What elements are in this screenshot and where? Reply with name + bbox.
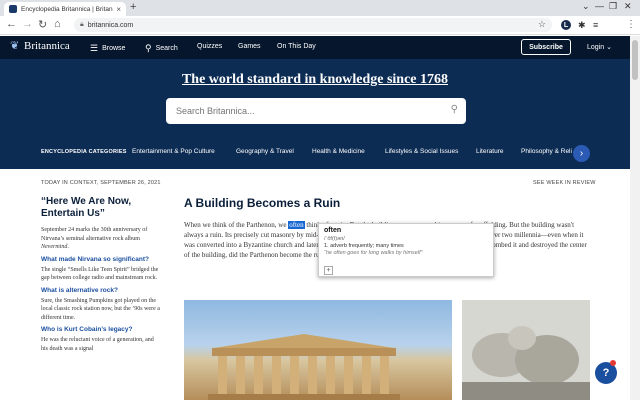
thistle-logo-icon: ❦	[10, 39, 20, 52]
search-icon: ⚲	[145, 43, 152, 53]
marble-sculpture-image[interactable]	[462, 300, 590, 400]
address-bar[interactable]: 🔒︎ britannica.com ☆	[74, 18, 552, 32]
question-link[interactable]: What is alternative rock?	[41, 287, 161, 294]
search-submit-icon[interactable]: ⚲	[451, 104, 458, 115]
search-label: Search	[155, 45, 178, 52]
popup-word: often	[324, 227, 342, 234]
search-nav[interactable]: ⚲ Search	[145, 43, 178, 54]
see-week-in-review-link[interactable]: SEE WEEK IN REVIEW	[533, 180, 596, 186]
britannica-favicon-icon	[9, 5, 17, 13]
categories-next-arrow-icon[interactable]: ›	[573, 145, 590, 162]
answer-text: The single “Smells Like Teen Spirit” bri…	[41, 266, 159, 282]
home-icon[interactable]: ⌂	[54, 18, 61, 30]
subscribe-button[interactable]: Subscribe	[521, 39, 571, 55]
extension-l-icon[interactable]: L	[561, 20, 571, 30]
back-icon[interactable]: ←	[6, 18, 17, 30]
minimize-icon[interactable]: —	[595, 1, 604, 11]
selected-word[interactable]: often	[288, 221, 305, 229]
parthenon-illustration	[208, 334, 400, 400]
site-header: ❦ Britannica ☰ Browse ⚲ Search Quizzes G…	[0, 36, 640, 59]
menu-kebab-icon[interactable]: ⋮	[626, 19, 636, 30]
quizzes-link[interactable]: Quizzes	[197, 43, 222, 50]
britannica-logo[interactable]: ❦ Britannica	[10, 40, 70, 52]
forward-icon[interactable]: →	[22, 18, 33, 30]
popup-more-icon[interactable]: +	[324, 266, 333, 275]
categories-label: ENCYCLOPEDIA CATEGORIES	[41, 149, 127, 155]
category-philosophy[interactable]: Philosophy & Reli	[521, 148, 572, 155]
new-tab-button[interactable]: +	[130, 1, 136, 13]
page-scrollbar[interactable]	[630, 36, 640, 400]
scrollbar-thumb[interactable]	[632, 40, 638, 80]
search-box[interactable]: ⚲	[166, 98, 466, 124]
category-geography[interactable]: Geography & Travel	[236, 148, 294, 155]
lock-icon[interactable]: 🔒︎	[80, 21, 84, 29]
answer-text: Sure, the Smashing Pumpkins got played o…	[41, 297, 160, 321]
on-this-day-link[interactable]: On This Day	[277, 43, 316, 50]
close-window-icon[interactable]: ✕	[624, 1, 632, 12]
popup-example: “he often goes for long walks by himself…	[324, 250, 423, 256]
browse-label: Browse	[102, 45, 126, 52]
tab-strip: Encyclopedia Britannica | Britann × + ⌄ …	[0, 0, 640, 16]
tab-title: Encyclopedia Britannica | Britann	[21, 5, 114, 13]
reload-icon[interactable]: ↻	[38, 18, 47, 31]
album-name: Nevermind	[41, 244, 68, 250]
today-in-context-dateline: TODAY IN CONTEXT, SEPTEMBER 26, 2021	[41, 180, 161, 186]
games-link[interactable]: Games	[238, 43, 261, 50]
logo-text: Britannica	[24, 40, 70, 52]
popup-definition: 1. adverb frequently; many times	[324, 243, 404, 249]
login-dropdown[interactable]: Login ⌄	[587, 43, 612, 51]
categories-bar: ENCYCLOPEDIA CATEGORIES Entertainment & …	[0, 145, 630, 162]
dictionary-popup: often /ˈôf(t)ən/ 1. adverb frequently; m…	[318, 223, 494, 277]
sidebar-intro-text: September 24 marks the 30th anniversary …	[41, 227, 148, 242]
sidebar-story: “Here We Are Now, Entertain Us” Septembe…	[41, 196, 161, 357]
sculpture-illustration	[462, 326, 590, 400]
parthenon-image[interactable]	[184, 300, 452, 400]
reading-list-icon[interactable]: ≡	[593, 20, 598, 30]
category-literature[interactable]: Literature	[476, 148, 503, 155]
extension-puzzle-icon[interactable]: ✱	[578, 20, 586, 31]
popup-pronunciation: /ˈôf(t)ən/	[324, 236, 345, 242]
notification-dot	[610, 360, 616, 366]
article-text-start: When we think of the Parthenon, we	[184, 221, 289, 229]
answer-text: He was the reluctant voice of a generati…	[41, 337, 154, 352]
browser-tab[interactable]: Encyclopedia Britannica | Britann ×	[4, 2, 126, 16]
url-text: britannica.com	[87, 21, 134, 29]
category-health[interactable]: Health & Medicine	[312, 148, 365, 155]
tab-search-icon[interactable]: ⌄	[582, 1, 590, 12]
hero-section: The world standard in knowledge since 17…	[0, 59, 630, 169]
sidebar-intro: September 24 marks the 30th anniversary …	[41, 226, 161, 252]
article-title[interactable]: A Building Becomes a Ruin	[184, 196, 594, 210]
browse-menu[interactable]: ☰ Browse	[90, 43, 125, 54]
question-link[interactable]: Who is Kurt Cobain’s legacy?	[41, 326, 161, 333]
bookmark-star-icon[interactable]: ☆	[538, 19, 546, 30]
hamburger-icon: ☰	[90, 43, 99, 53]
sidebar-title[interactable]: “Here We Are Now, Entertain Us”	[41, 196, 161, 220]
close-tab-icon[interactable]: ×	[116, 5, 121, 14]
search-input[interactable]	[176, 106, 436, 116]
category-lifestyles[interactable]: Lifestyles & Social Issues	[385, 148, 458, 155]
hero-headline[interactable]: The world standard in knowledge since 17…	[0, 72, 630, 88]
category-entertainment[interactable]: Entertainment & Pop Culture	[132, 148, 215, 155]
question-link[interactable]: What made Nirvana so significant?	[41, 256, 161, 263]
sidebar-intro-end: .	[67, 244, 69, 250]
maximize-icon[interactable]: ❐	[609, 1, 617, 12]
browser-toolbar: ← → ↻ ⌂ 🔒︎ britannica.com ☆ L ✱ ≡ ⋮	[0, 16, 640, 35]
